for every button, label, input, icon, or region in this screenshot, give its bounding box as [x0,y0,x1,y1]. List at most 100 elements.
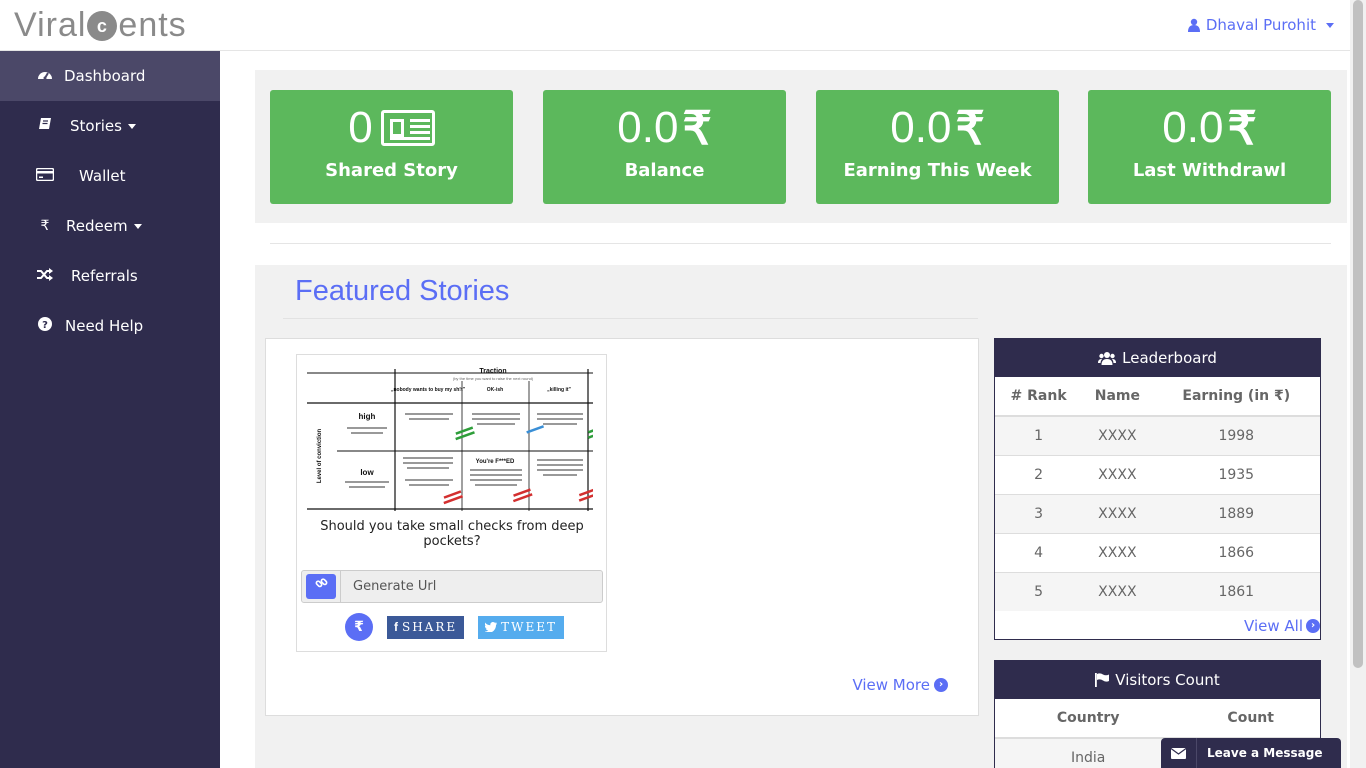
leaderboard-panel: Leaderboard # Rank Name Earning (in ₹) 1… [994,338,1321,640]
rank-cell: 2 [995,454,1083,494]
svg-text:?: ? [42,320,48,331]
table-row: 4 XXXX 1866 [995,532,1320,572]
earning-cell: 1861 [1152,571,1320,611]
rupee-icon[interactable]: ₹ [345,613,373,641]
story-image[interactable]: Traction (by the time you want to raise … [307,361,593,511]
stat-value: 0 [348,103,373,152]
rupee-icon: ₹ [955,102,985,154]
name-cell: XXXX [1082,532,1153,572]
rank-cell: 3 [995,493,1083,533]
sidebar-item-redeem[interactable]: ₹ Redeem [0,201,220,251]
envelope-icon [1161,738,1197,768]
rank-cell: 5 [995,571,1083,611]
sidebar-item-referrals[interactable]: Referrals [0,251,220,301]
chart-row-low: low [360,468,374,477]
leaderboard-table: # Rank Name Earning (in ₹) 1 XXXX 1998 2… [995,377,1320,611]
stat-shared-story: 0 Shared Story [270,90,513,204]
sidebar-item-label: Redeem [66,217,128,235]
stat-label: Last Withdrawl [1132,160,1287,181]
twitter-tweet-button[interactable]: TWEET [478,615,565,639]
link-icon[interactable] [306,574,336,599]
sidebar-item-label: Need Help [65,317,144,335]
name-cell: XXXX [1082,493,1153,533]
chart-center-cell: You're F***ED [476,459,515,465]
story-card[interactable]: Traction (by the time you want to raise … [296,354,607,652]
rupee-icon: ₹ [40,218,50,234]
main-content: 0 Shared Story 0.0 ₹ Balance 0.0 ₹ Earni… [220,51,1350,768]
leaderboard-title: Leaderboard [1122,349,1217,367]
table-row: 3 XXXX 1889 [995,493,1320,533]
leaderboard-header: Leaderboard [995,339,1320,377]
share-row: ₹ f SHARE TWEET [345,613,565,641]
sidebar-item-stories[interactable]: Stories [0,101,220,151]
column-header: # Rank [995,377,1083,417]
facebook-share-button[interactable]: f SHARE [387,615,465,639]
sidebar-item-label: Stories [70,117,122,135]
visitors-count-header: Visitors Count [995,661,1320,699]
page-scrollbar[interactable] [1350,0,1366,768]
share-label: SHARE [402,620,458,634]
logo-coin-icon: c [87,10,118,41]
featured-stories-title: Featured Stories [295,275,510,307]
sidebar-item-wallet[interactable]: Wallet [0,151,220,201]
leave-message-widget[interactable]: Leave a Message [1161,738,1341,768]
stat-last-withdrawl: 0.0 ₹ Last Withdrawl [1088,90,1331,204]
caret-down-icon [127,124,136,129]
stat-label: Balance [624,160,705,181]
column-header: Country [995,699,1182,739]
user-menu[interactable]: Dhaval Purohit [1187,16,1334,34]
twitter-icon [485,622,498,632]
earning-cell: 1935 [1152,454,1320,494]
book-icon [36,117,54,135]
column-header: Name [1082,377,1153,417]
tweet-label: TWEET [501,620,558,634]
stats-panel: 0 Shared Story 0.0 ₹ Balance 0.0 ₹ Earni… [255,70,1347,223]
chart-row-high: high [359,412,376,421]
chart-col2: OK-ish [487,387,503,393]
top-header: Viral c ents Dhaval Purohit [0,0,1350,51]
table-row: 1 XXXX 1998 [995,415,1320,455]
users-icon [1098,352,1117,365]
app-logo[interactable]: Viral c ents [14,6,187,45]
table-row: 2 XXXX 1935 [995,454,1320,494]
country-cell: India [995,738,1182,768]
chart-col3: „killing it" [547,387,571,393]
story-title[interactable]: Should you take small checks from deep p… [309,519,595,549]
leave-message-label: Leave a Message [1207,746,1323,760]
stat-value: 0.0 [617,103,679,152]
rank-cell: 1 [995,415,1083,455]
chart-col1: „nobody wants to buy my sh!t" [391,387,466,393]
shuffle-icon [36,267,54,285]
visitors-count-title: Visitors Count [1115,671,1220,689]
flag-icon [1095,673,1110,687]
user-icon [1187,18,1200,32]
caret-down-icon [133,224,142,229]
sidebar-item-dashboard[interactable]: Dashboard [0,51,220,101]
chart-axis-label: Level of conviction [317,428,323,483]
generate-url-text[interactable]: Generate Url [353,579,436,594]
facebook-icon: f [394,620,398,634]
stat-value: 0.0 [890,103,952,152]
sidebar-item-need-help[interactable]: ? Need Help [0,301,220,351]
newspaper-icon [380,110,435,146]
table-row: 5 XXXX 1861 [995,571,1320,611]
credit-card-icon [35,167,55,185]
view-more-label: View More [852,676,930,694]
stories-box: Traction (by the time you want to raise … [265,338,979,716]
rank-cell: 4 [995,532,1083,572]
scrollbar-thumb[interactable] [1353,0,1363,668]
earning-cell: 1889 [1152,493,1320,533]
view-more-link[interactable]: View More › [852,676,948,694]
name-cell: XXXX [1082,415,1153,455]
view-all-link[interactable]: View All › [1244,617,1320,635]
arrow-right-circle-icon: › [934,678,948,692]
generate-url-group[interactable]: Generate Url [301,570,603,603]
name-cell: XXXX [1082,571,1153,611]
sidebar-item-label: Referrals [71,267,138,285]
chart-subheading: (by the time you want to raise the next … [453,376,534,381]
arrow-right-circle-icon: › [1306,619,1320,633]
user-name: Dhaval Purohit [1205,16,1316,34]
view-all-label: View All [1244,617,1303,635]
earning-cell: 1866 [1152,532,1320,572]
column-header: Count [1181,699,1320,739]
